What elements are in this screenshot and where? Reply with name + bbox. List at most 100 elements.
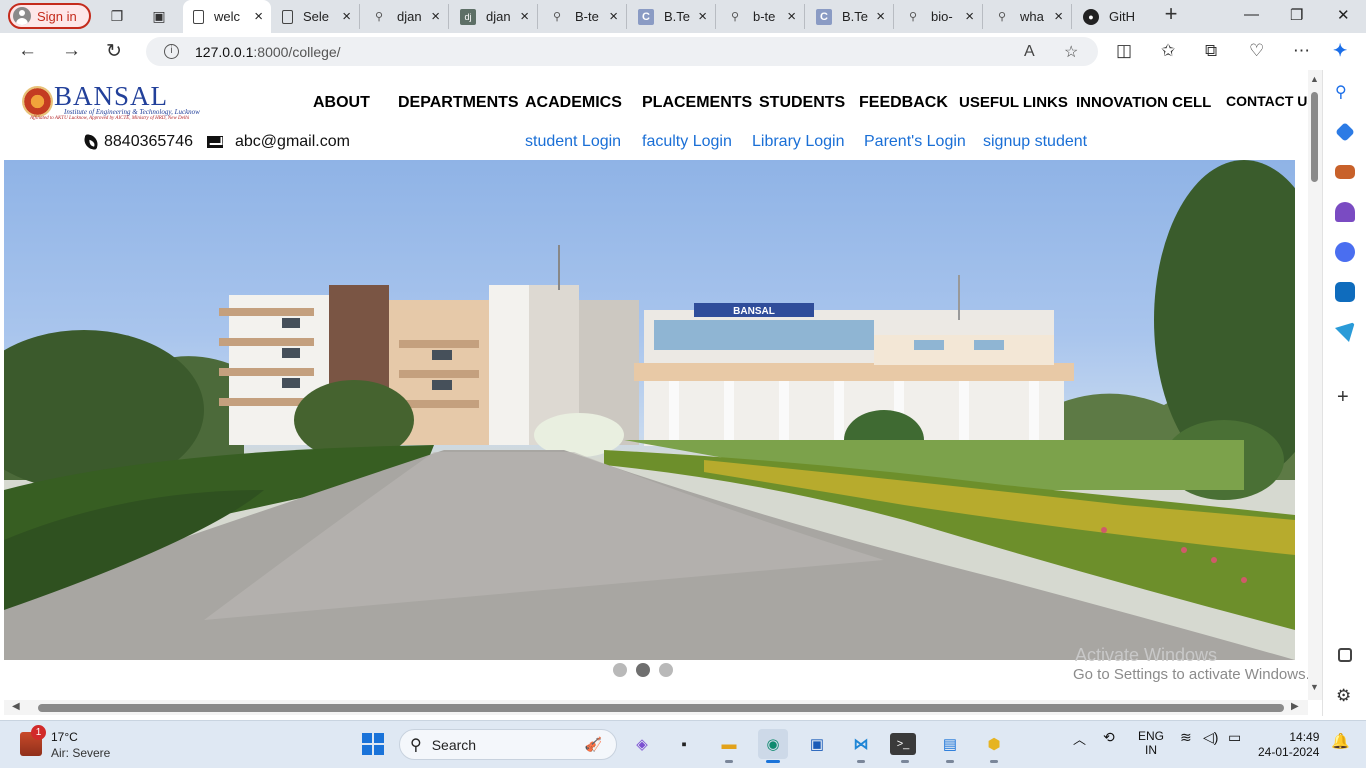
signup-student-link[interactable]: signup student <box>983 133 1087 151</box>
tab-what-search[interactable]: ⚲ wha × <box>984 4 1072 29</box>
tab-djan-search[interactable]: ⚲ djan × <box>361 4 449 29</box>
scroll-down-icon[interactable]: ▼ <box>1310 682 1319 692</box>
refresh-icon[interactable]: ↻ <box>106 40 122 63</box>
vertical-scroll-thumb[interactable] <box>1311 92 1318 182</box>
games-icon[interactable] <box>1335 202 1355 222</box>
start-button[interactable] <box>358 729 388 759</box>
hide-sidebar-icon[interactable] <box>1338 648 1352 662</box>
system-clock[interactable]: 14:49 24-01-2024 <box>1258 730 1319 760</box>
tab-bio-search[interactable]: ⚲ bio- × <box>895 4 983 29</box>
tab-sele[interactable]: Sele × <box>272 4 360 29</box>
close-tab-icon[interactable]: × <box>1054 8 1063 25</box>
vscode-icon[interactable]: ⋈ <box>846 729 876 763</box>
file-explorer-icon[interactable]: ▬ <box>714 729 744 763</box>
close-tab-icon[interactable]: × <box>965 8 974 25</box>
clock-date: 24-01-2024 <box>1258 745 1320 759</box>
network-sync-icon[interactable]: ⟲ <box>1103 729 1115 746</box>
sign-in-button[interactable]: Sign in <box>8 3 91 29</box>
nav-innovation-cell[interactable]: INNOVATION CELL <box>1076 94 1211 111</box>
favorites-icon[interactable]: ✩ <box>1161 41 1175 61</box>
scroll-left-icon[interactable]: ◀ <box>12 701 20 712</box>
tab-github[interactable]: ● GitH <box>1073 4 1156 29</box>
workspaces-icon[interactable]: ❐ <box>108 7 126 25</box>
parent-login-link[interactable]: Parent's Login <box>864 133 966 151</box>
notification-bell-icon[interactable]: 🔔 <box>1331 732 1350 750</box>
back-icon[interactable]: ← <box>18 40 37 62</box>
input-language[interactable]: ENG IN <box>1138 729 1164 757</box>
sidebar-settings-icon[interactable]: ⚙ <box>1336 686 1356 706</box>
restore-icon[interactable]: ❐ <box>1290 6 1303 24</box>
send-icon[interactable] <box>1335 322 1355 342</box>
student-login-link[interactable]: student Login <box>525 133 621 151</box>
split-screen-icon[interactable]: ◫ <box>1116 41 1132 61</box>
terminal-icon[interactable]: >_ <box>890 733 916 763</box>
copilot-preview-icon[interactable]: ◈ <box>627 729 657 759</box>
tab-welc[interactable]: welc × <box>183 0 271 33</box>
address-bar[interactable]: i 127.0.0.1:8000/college/ A ☆ <box>146 37 1098 66</box>
microsoft-store-icon[interactable]: ▣ <box>802 729 832 759</box>
nav-departments[interactable]: DEPARTMENTS <box>398 94 519 112</box>
tab-btech-site-2[interactable]: C B.Te × <box>806 4 894 29</box>
nav-feedback[interactable]: FEEDBACK <box>859 94 948 112</box>
horizontal-scroll-thumb[interactable] <box>38 704 1284 712</box>
close-tab-icon[interactable]: × <box>609 8 618 25</box>
carousel-dot-3[interactable] <box>659 663 673 677</box>
tools-briefcase-icon[interactable] <box>1335 165 1355 179</box>
close-tab-icon[interactable]: × <box>698 8 707 25</box>
copilot-icon[interactable]: ✦ <box>1333 41 1347 61</box>
battery-icon[interactable]: ▭ <box>1228 729 1241 746</box>
document-icon <box>193 9 204 24</box>
close-tab-icon[interactable]: × <box>342 8 351 25</box>
notepad-icon[interactable]: ▤ <box>935 729 965 763</box>
show-hidden-icons-icon[interactable]: ︿ <box>1073 729 1086 748</box>
carousel-dot-1[interactable] <box>613 663 627 677</box>
tab-actions-icon[interactable]: ▣ <box>150 7 168 25</box>
nav-students[interactable]: STUDENTS <box>759 94 845 112</box>
page-vertical-scrollbar[interactable]: ▲ ▼ <box>1308 70 1322 700</box>
task-view-icon[interactable]: ▪ <box>669 729 699 759</box>
nav-contact-us[interactable]: CONTACT US <box>1226 93 1308 109</box>
hero-carousel-image[interactable]: BANSAL <box>4 160 1295 660</box>
outlook-icon[interactable] <box>1335 282 1355 302</box>
scroll-right-icon[interactable]: ▶ <box>1291 701 1299 712</box>
settings-more-icon[interactable]: ⋯ <box>1293 41 1310 61</box>
tab-djan-site[interactable]: dj djan × <box>450 4 538 29</box>
add-sidebar-app-icon[interactable]: + <box>1337 386 1349 409</box>
wifi-icon[interactable]: ≋ <box>1180 729 1192 746</box>
window-close-icon[interactable]: ✕ <box>1337 6 1350 24</box>
new-tab-icon[interactable]: + <box>1162 1 1180 26</box>
search-icon[interactable]: ⚲ <box>1335 82 1355 102</box>
close-tab-icon[interactable]: × <box>520 8 529 25</box>
close-tab-icon[interactable]: × <box>876 8 885 25</box>
edge-browser-icon[interactable]: ◉ <box>758 729 788 763</box>
close-tab-icon[interactable]: × <box>787 8 796 25</box>
scroll-up-icon[interactable]: ▲ <box>1310 74 1319 84</box>
tab-b-te-search-2[interactable]: ⚲ b-te × <box>717 4 805 29</box>
tab-b-te-search[interactable]: ⚲ B-te × <box>539 4 627 29</box>
taskbar-search-box[interactable]: ⚲ Search 🎻 <box>399 729 617 760</box>
weather-widget[interactable]: 1 17°C Air: Severe <box>20 725 130 762</box>
close-tab-icon[interactable]: × <box>431 8 440 25</box>
browser-essentials-icon[interactable]: ♡ <box>1249 41 1264 61</box>
python-icon[interactable]: ⬢ <box>979 729 1009 763</box>
nav-placements[interactable]: PLACEMENTS <box>642 94 752 112</box>
carousel-dot-2[interactable] <box>636 663 650 677</box>
nav-about[interactable]: ABOUT <box>313 94 370 112</box>
favorite-star-icon[interactable]: ☆ <box>1064 42 1078 62</box>
read-aloud-icon[interactable]: A <box>1024 43 1035 61</box>
shopping-tag-icon[interactable] <box>1335 122 1355 142</box>
minimize-icon[interactable]: — <box>1244 6 1259 23</box>
nav-academics[interactable]: ACADEMICS <box>525 94 622 112</box>
collections-icon[interactable]: ⧉ <box>1205 41 1217 61</box>
site-info-icon[interactable]: i <box>164 44 179 59</box>
college-logo[interactable]: BANSAL Institute of Engineering & Techno… <box>22 81 200 123</box>
forward-icon[interactable]: → <box>62 40 81 62</box>
page-horizontal-scrollbar[interactable]: ◀ ▶ <box>4 700 1308 715</box>
faculty-login-link[interactable]: faculty Login <box>642 133 732 151</box>
close-tab-icon[interactable]: × <box>254 8 263 25</box>
library-login-link[interactable]: Library Login <box>752 133 845 151</box>
nav-useful-links[interactable]: USEFUL LINKS <box>959 94 1068 111</box>
microsoft365-icon[interactable] <box>1335 242 1355 262</box>
volume-icon[interactable]: ◁) <box>1203 729 1218 746</box>
tab-btech-site[interactable]: C B.Te × <box>628 4 716 29</box>
